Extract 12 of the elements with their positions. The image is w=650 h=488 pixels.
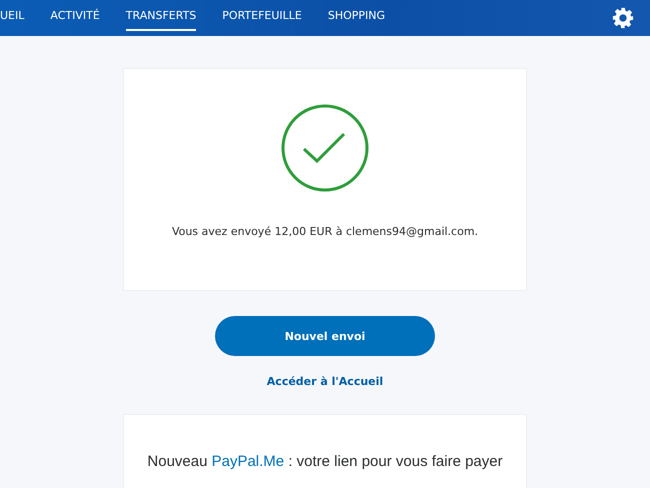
- confirmation-message: Vous avez envoyé 12,00 EUR à clemens94@gmail.com.: [172, 225, 478, 238]
- new-transfer-button[interactable]: Nouvel envoi: [215, 316, 435, 356]
- nav-tab[interactable]: SHOPPING: [328, 0, 386, 31]
- nav-tab[interactable]: ACTIVITÉ: [50, 0, 100, 31]
- nav-tab[interactable]: UEIL: [0, 0, 24, 31]
- home-link[interactable]: Accéder à l'Accueil: [266, 375, 384, 388]
- nav-tab[interactable]: PORTEFEUILLE: [222, 0, 302, 31]
- settings-icon[interactable]: [612, 7, 634, 29]
- checkmark-circle-icon: [280, 103, 370, 193]
- nav-tab[interactable]: TRANSFERTS: [126, 0, 196, 31]
- paypal-me-link[interactable]: PayPal.Me: [212, 453, 284, 470]
- promo-text: Nouveau PayPal.Me : votre lien pour vous faire payer: [147, 453, 503, 472]
